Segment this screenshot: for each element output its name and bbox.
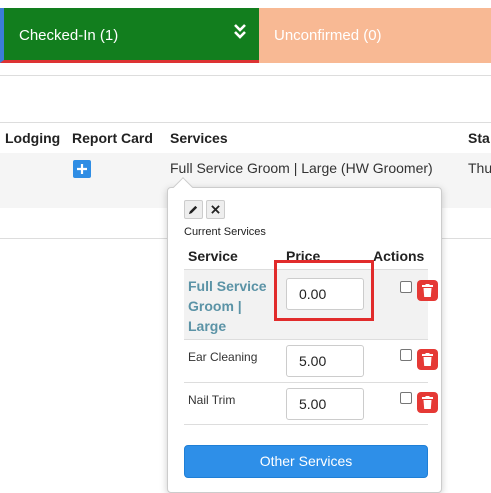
price-input[interactable] bbox=[286, 345, 364, 377]
divider bbox=[0, 75, 491, 76]
service-name-link[interactable]: Full Service Groom | Large bbox=[188, 276, 278, 336]
current-services-label: Current Services bbox=[184, 226, 266, 238]
tab-checked-in-label: Checked-In (1) bbox=[19, 27, 119, 44]
delete-button[interactable] bbox=[417, 349, 438, 370]
header-actions: Actions bbox=[373, 248, 425, 264]
trash-icon bbox=[422, 353, 433, 366]
delete-button[interactable] bbox=[417, 392, 438, 413]
price-input[interactable] bbox=[286, 278, 364, 310]
column-header-report-card: Report Card bbox=[72, 130, 153, 146]
header-service: Service bbox=[188, 248, 238, 264]
header-price: Price bbox=[286, 248, 321, 264]
plus-icon bbox=[77, 164, 87, 174]
other-services-button[interactable]: Other Services bbox=[184, 445, 428, 478]
trash-icon bbox=[422, 284, 433, 297]
services-popover: Current Services Service Price Actions F… bbox=[167, 177, 442, 493]
services-cell[interactable]: Full Service Groom | Large (HW Groomer) bbox=[170, 160, 433, 176]
table-header: Lodging Report Card Services Sta bbox=[0, 123, 491, 153]
service-row: Ear Cleaning bbox=[184, 339, 438, 382]
column-header-start: Sta bbox=[468, 130, 490, 146]
service-name: Nail Trim bbox=[188, 393, 236, 407]
row-checkbox[interactable] bbox=[400, 349, 412, 361]
delete-button[interactable] bbox=[417, 280, 438, 301]
close-icon bbox=[211, 205, 220, 214]
price-input[interactable] bbox=[286, 388, 364, 420]
pencil-icon bbox=[188, 205, 198, 215]
column-header-lodging: Lodging bbox=[5, 130, 61, 146]
status-tabs: Checked-In (1) Unconfirmed (0) bbox=[0, 8, 491, 63]
chevron-double-down-icon[interactable] bbox=[233, 8, 247, 58]
service-row: Nail Trim bbox=[184, 382, 438, 425]
add-report-card-button[interactable] bbox=[73, 160, 91, 178]
service-row: Full Service Groom | Large bbox=[184, 269, 438, 339]
tab-unconfirmed[interactable]: Unconfirmed (0) bbox=[259, 8, 491, 63]
column-header-services: Services bbox=[170, 130, 228, 146]
service-name: Ear Cleaning bbox=[188, 350, 258, 364]
row-checkbox[interactable] bbox=[400, 281, 412, 293]
tab-unconfirmed-label: Unconfirmed (0) bbox=[274, 27, 382, 44]
edit-button[interactable] bbox=[184, 200, 203, 219]
start-cell: Thu bbox=[468, 160, 491, 176]
popover-table-header: Service Price Actions bbox=[184, 245, 428, 269]
tab-checked-in[interactable]: Checked-In (1) bbox=[0, 8, 259, 63]
close-button[interactable] bbox=[206, 200, 225, 219]
trash-icon bbox=[422, 396, 433, 409]
row-checkbox[interactable] bbox=[400, 392, 412, 404]
